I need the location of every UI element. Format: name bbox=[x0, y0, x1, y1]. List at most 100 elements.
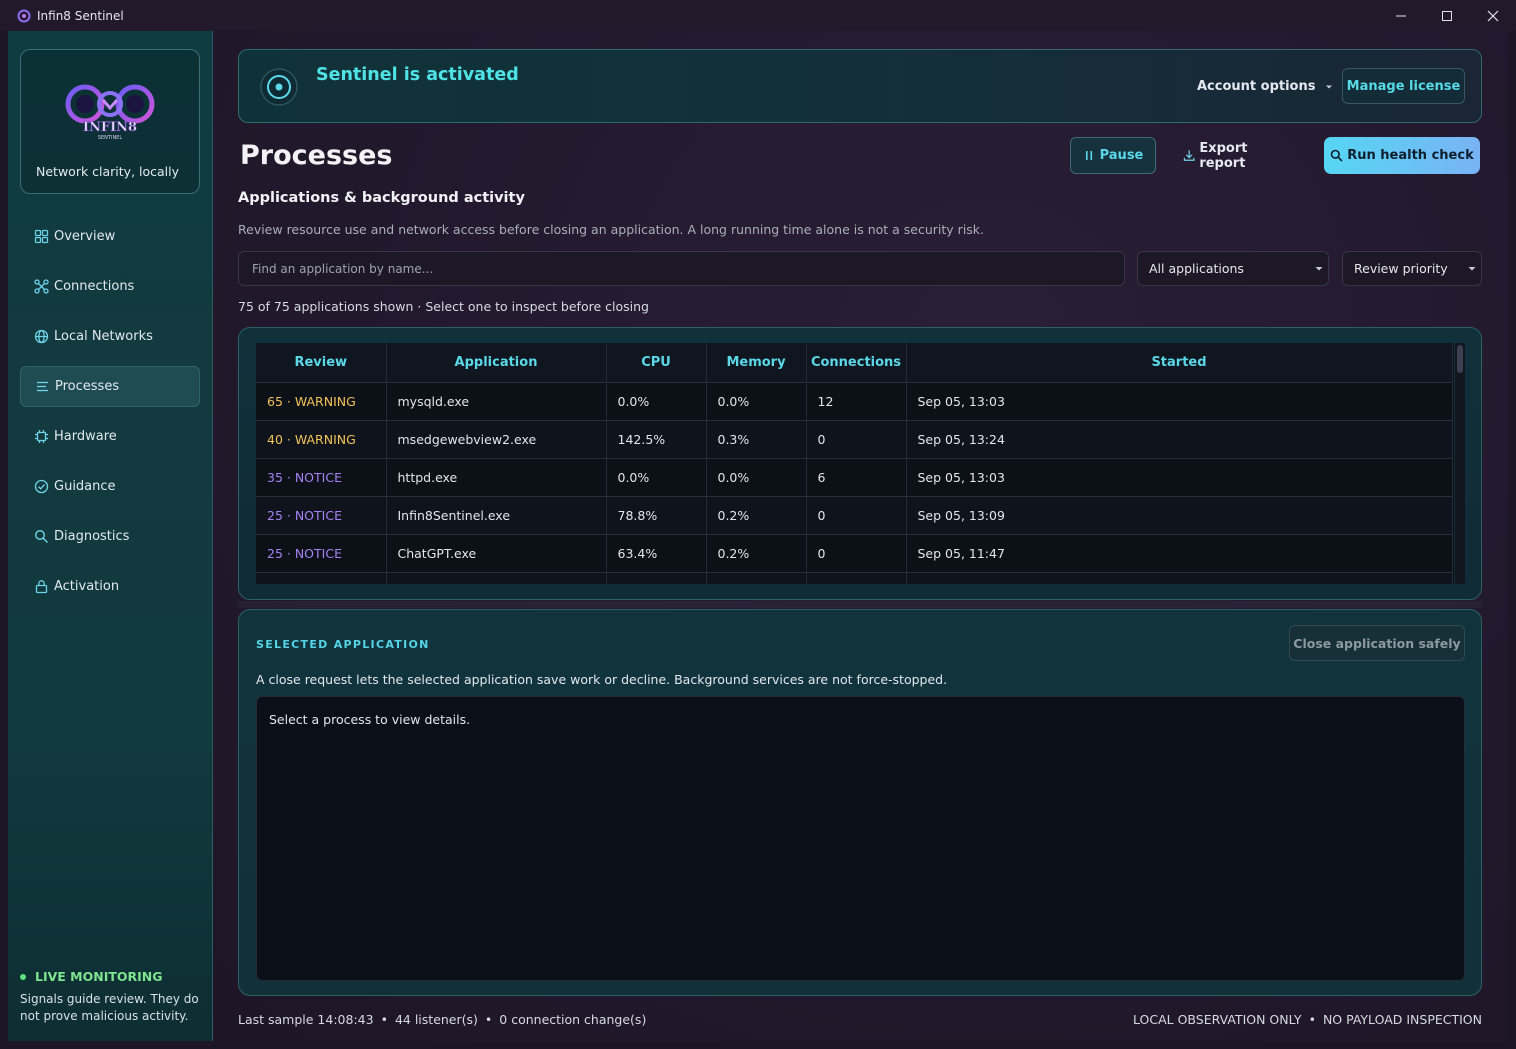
local-observation-notice: LOCAL OBSERVATION ONLY bbox=[1133, 1012, 1302, 1027]
sidebar-item-diagnostics[interactable]: Diagnostics bbox=[20, 516, 200, 557]
table-row[interactable]: 40 · WARNING msedgewebview2.exe 142.5% 0… bbox=[256, 419, 1453, 458]
cpu-cell: 63.4% bbox=[606, 533, 707, 572]
check-circle-icon bbox=[34, 479, 49, 494]
sidebar-nav: Overview Connections Local Networks Proc… bbox=[20, 216, 200, 616]
sidebar-item-guidance[interactable]: Guidance bbox=[20, 466, 200, 507]
review-cell: 65 · WARNING bbox=[256, 381, 387, 420]
pause-label: Pause bbox=[1099, 148, 1144, 163]
review-cell: 25 · NOTICE bbox=[256, 495, 387, 534]
column-header-application[interactable]: Application bbox=[386, 343, 607, 382]
list-icon bbox=[37, 381, 48, 392]
review-score: 35 bbox=[267, 469, 283, 485]
app-logo-icon bbox=[17, 9, 31, 22]
search-icon bbox=[34, 529, 48, 543]
started-cell: Sep 05, 13:03 bbox=[906, 457, 1453, 496]
search-icon bbox=[1330, 149, 1343, 162]
target-icon bbox=[260, 68, 298, 106]
table-row[interactable]: 35 · NOTICE httpd.exe 0.0% 0.0% 6 Sep 05… bbox=[256, 457, 1453, 496]
application-cell: msedgewebview2.exe bbox=[386, 419, 607, 458]
connections-cell: 0 bbox=[806, 495, 907, 534]
sidebar-item-activation[interactable]: Activation bbox=[20, 566, 200, 607]
close-application-button[interactable]: Close application safely bbox=[1289, 625, 1465, 661]
live-monitoring-label: LIVE MONITORING bbox=[35, 969, 163, 984]
maximize-icon bbox=[1442, 10, 1452, 21]
application-cell: httpd.exe bbox=[386, 457, 607, 496]
table-header-row: Review Application CPU Memory Connection… bbox=[256, 343, 1453, 382]
account-options-label: Account options bbox=[1197, 79, 1316, 94]
process-details-placeholder: Select a process to view details. bbox=[269, 712, 471, 727]
cpu-cell: 0.0% bbox=[606, 457, 707, 496]
results-count: 75 of 75 applications shown · Select one… bbox=[238, 299, 649, 314]
manage-license-button[interactable]: Manage license bbox=[1342, 68, 1465, 104]
memory-cell bbox=[706, 571, 807, 584]
window-controls bbox=[1378, 0, 1516, 31]
close-icon bbox=[1487, 10, 1499, 21]
status-bar-right: LOCAL OBSERVATION ONLY • NO PAYLOAD INSPEC… bbox=[1133, 1012, 1482, 1027]
started-cell: Sep 05, 13:24 bbox=[906, 419, 1453, 458]
memory-cell: 0.3% bbox=[706, 419, 807, 458]
logo-wordmark: INFIN8 bbox=[83, 120, 137, 135]
chip-icon bbox=[35, 430, 48, 443]
live-status-dot bbox=[20, 973, 26, 980]
network-nodes-icon bbox=[34, 279, 49, 294]
sidebar-item-hardware[interactable]: Hardware bbox=[20, 416, 200, 457]
review-severity: WARNING bbox=[294, 393, 356, 409]
table-scrollbar[interactable] bbox=[1455, 343, 1465, 584]
table-row[interactable]: 25 · NOTICE ChatGPT.exe 63.4% 0.2% 0 Sep… bbox=[256, 533, 1453, 572]
review-severity: WARNING bbox=[294, 431, 356, 447]
table-row[interactable]: 25 · NOTICE Infin8Sentinel.exe 78.8% 0.2… bbox=[256, 495, 1453, 534]
sidebar-item-overview[interactable]: Overview bbox=[20, 216, 200, 257]
table-row[interactable] bbox=[256, 571, 1453, 584]
cpu-cell bbox=[606, 571, 707, 584]
activation-status: Sentinel is activated bbox=[316, 65, 519, 85]
selected-application-description: A close request lets the selected applic… bbox=[256, 672, 948, 687]
column-header-review[interactable]: Review bbox=[256, 343, 387, 382]
sort-select-value: Review priority bbox=[1354, 261, 1448, 276]
memory-cell: 0.0% bbox=[706, 457, 807, 496]
sidebar-item-label: Processes bbox=[55, 379, 120, 394]
sidebar-item-label: Hardware bbox=[54, 429, 117, 444]
process-table: Review Application CPU Memory Connection… bbox=[256, 343, 1454, 584]
table-row[interactable]: 65 · WARNING mysqld.exe 0.0% 0.0% 12 Sep… bbox=[256, 381, 1453, 420]
scope-select[interactable]: All applications bbox=[1137, 251, 1329, 286]
cpu-cell: 78.8% bbox=[606, 495, 707, 534]
export-report-button[interactable]: Export report bbox=[1183, 137, 1293, 174]
pause-button[interactable]: Pause bbox=[1070, 137, 1156, 174]
process-table-card: Review Application CPU Memory Connection… bbox=[238, 327, 1482, 600]
column-header-connections[interactable]: Connections bbox=[806, 343, 907, 382]
column-header-started[interactable]: Started bbox=[906, 343, 1453, 382]
connections-cell bbox=[806, 571, 907, 584]
column-header-cpu[interactable]: CPU bbox=[606, 343, 707, 382]
health-check-label: Run health check bbox=[1347, 148, 1474, 163]
cpu-cell: 0.0% bbox=[606, 381, 707, 420]
review-cell: 35 · NOTICE bbox=[256, 457, 387, 496]
sort-select[interactable]: Review priority bbox=[1342, 251, 1482, 286]
no-payload-notice: NO PAYLOAD INSPECTION bbox=[1322, 1012, 1482, 1027]
brand-card: INFIN8 SENTINEL Network clarity, locally bbox=[20, 49, 200, 194]
sidebar-item-label: Diagnostics bbox=[54, 529, 130, 544]
search-input[interactable]: Find an application by name... bbox=[238, 251, 1125, 286]
grid-icon bbox=[34, 229, 49, 244]
table-scrollbar-thumb[interactable] bbox=[1457, 345, 1463, 373]
run-health-check-button[interactable]: Run health check bbox=[1324, 137, 1480, 174]
maximize-button[interactable] bbox=[1424, 0, 1470, 31]
page-title: Processes bbox=[240, 140, 393, 171]
panel-splitter[interactable] bbox=[238, 601, 1482, 608]
infin8-logo: INFIN8 SENTINEL bbox=[65, 84, 155, 141]
sidebar-item-connections[interactable]: Connections bbox=[20, 266, 200, 307]
sidebar-item-processes[interactable]: Processes bbox=[20, 366, 200, 407]
column-header-memory[interactable]: Memory bbox=[706, 343, 807, 382]
connections-cell: 0 bbox=[806, 419, 907, 458]
review-score: 65 bbox=[267, 393, 283, 409]
sidebar-item-local-networks[interactable]: Local Networks bbox=[20, 316, 200, 357]
account-options-dropdown[interactable]: Account options bbox=[1197, 79, 1333, 94]
close-window-button[interactable] bbox=[1470, 0, 1516, 31]
globe-icon bbox=[34, 329, 49, 344]
last-sample: Last sample 14:08:43 bbox=[238, 1012, 374, 1027]
download-icon bbox=[1183, 150, 1195, 161]
logo-subtext: SENTINEL bbox=[98, 135, 123, 141]
minimize-icon bbox=[1396, 15, 1406, 16]
minimize-button[interactable] bbox=[1378, 0, 1424, 31]
review-score: 25 bbox=[267, 507, 283, 523]
live-monitoring-title: LIVE MONITORING bbox=[20, 969, 205, 984]
